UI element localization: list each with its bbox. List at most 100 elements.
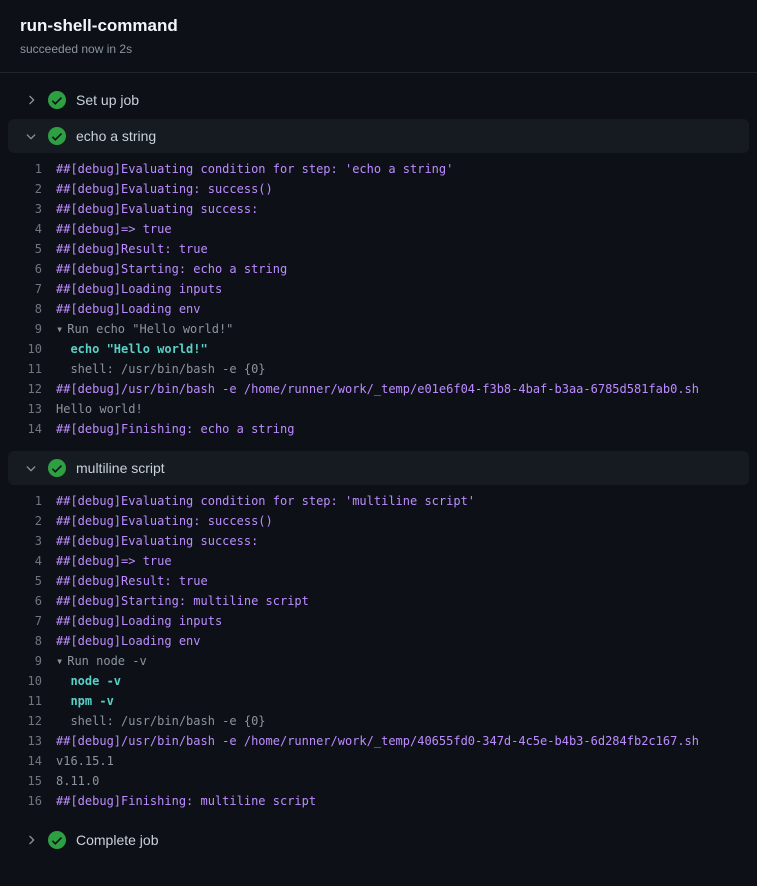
log-line[interactable]: 3##[debug]Evaluating success:: [0, 531, 757, 551]
chevron-down-icon: [24, 461, 38, 475]
step-header[interactable]: Set up job: [8, 83, 749, 117]
check-circle-icon: [48, 127, 66, 145]
log-block: 1##[debug]Evaluating condition for step:…: [0, 487, 757, 821]
line-content: echo "Hello world!": [56, 339, 741, 359]
line-content: ##[debug]Finishing: multiline script: [56, 791, 741, 811]
log-line[interactable]: 8##[debug]Loading env: [0, 631, 757, 651]
caret-down-icon[interactable]: ▾: [56, 651, 63, 671]
log-line[interactable]: 11 npm -v: [0, 691, 757, 711]
line-number: 2: [16, 179, 56, 199]
log-line[interactable]: 12 shell: /usr/bin/bash -e {0}: [0, 711, 757, 731]
log-line[interactable]: 8##[debug]Loading env: [0, 299, 757, 319]
log-line[interactable]: 2##[debug]Evaluating: success(): [0, 179, 757, 199]
step-header[interactable]: Complete job: [8, 823, 749, 857]
line-number: 1: [16, 159, 56, 179]
check-circle-icon: [48, 91, 66, 109]
line-content: shell: /usr/bin/bash -e {0}: [56, 359, 741, 379]
log-line[interactable]: 158.11.0: [0, 771, 757, 791]
job-header: run-shell-command succeeded now in 2s: [0, 0, 757, 73]
log-line[interactable]: 4##[debug]=> true: [0, 551, 757, 571]
line-content: ##[debug]Loading env: [56, 631, 741, 651]
line-content: ##[debug]Evaluating: success(): [56, 179, 741, 199]
log-line[interactable]: 11 shell: /usr/bin/bash -e {0}: [0, 359, 757, 379]
log-line[interactable]: 3##[debug]Evaluating success:: [0, 199, 757, 219]
line-number: 10: [16, 339, 56, 359]
step-name: Complete job: [76, 832, 159, 848]
line-number: 4: [16, 551, 56, 571]
chevron-down-icon: [24, 129, 38, 143]
line-content: ▾Run node -v: [56, 651, 741, 671]
caret-down-icon[interactable]: ▾: [56, 319, 63, 339]
line-content: Hello world!: [56, 399, 741, 419]
log-line[interactable]: 6##[debug]Starting: echo a string: [0, 259, 757, 279]
line-number: 2: [16, 511, 56, 531]
line-number: 9: [16, 651, 56, 671]
line-content: ##[debug]/usr/bin/bash -e /home/runner/w…: [56, 731, 741, 751]
line-content: ▾Run echo "Hello world!": [56, 319, 741, 339]
line-content: shell: /usr/bin/bash -e {0}: [56, 711, 741, 731]
log-line[interactable]: 1##[debug]Evaluating condition for step:…: [0, 491, 757, 511]
line-content: npm -v: [56, 691, 741, 711]
job-title: run-shell-command: [20, 16, 737, 36]
line-content: ##[debug]Evaluating success:: [56, 199, 741, 219]
line-number: 1: [16, 491, 56, 511]
step-name: echo a string: [76, 128, 156, 144]
log-line[interactable]: 12##[debug]/usr/bin/bash -e /home/runner…: [0, 379, 757, 399]
log-line[interactable]: 9▾Run node -v: [0, 651, 757, 671]
log-line[interactable]: 13##[debug]/usr/bin/bash -e /home/runner…: [0, 731, 757, 751]
line-number: 7: [16, 611, 56, 631]
job-status: succeeded now in 2s: [20, 42, 737, 56]
log-line[interactable]: 14v16.15.1: [0, 751, 757, 771]
line-number: 4: [16, 219, 56, 239]
line-number: 11: [16, 359, 56, 379]
line-content: ##[debug]Starting: echo a string: [56, 259, 741, 279]
line-content: 8.11.0: [56, 771, 741, 791]
log-block: 1##[debug]Evaluating condition for step:…: [0, 155, 757, 449]
line-content: ##[debug]Result: true: [56, 571, 741, 591]
line-content: node -v: [56, 671, 741, 691]
line-content: ##[debug]Evaluating: success(): [56, 511, 741, 531]
line-number: 16: [16, 791, 56, 811]
log-line[interactable]: 6##[debug]Starting: multiline script: [0, 591, 757, 611]
check-circle-icon: [48, 831, 66, 849]
line-content: ##[debug]/usr/bin/bash -e /home/runner/w…: [56, 379, 741, 399]
line-number: 11: [16, 691, 56, 711]
chevron-right-icon: [24, 93, 38, 107]
line-content: ##[debug]=> true: [56, 551, 741, 571]
log-line[interactable]: 13Hello world!: [0, 399, 757, 419]
log-line[interactable]: 7##[debug]Loading inputs: [0, 611, 757, 631]
line-number: 8: [16, 299, 56, 319]
log-line[interactable]: 2##[debug]Evaluating: success(): [0, 511, 757, 531]
log-line[interactable]: 5##[debug]Result: true: [0, 571, 757, 591]
log-line[interactable]: 1##[debug]Evaluating condition for step:…: [0, 159, 757, 179]
step-name: Set up job: [76, 92, 139, 108]
check-circle-icon: [48, 459, 66, 477]
step-header[interactable]: echo a string: [8, 119, 749, 153]
step-name: multiline script: [76, 460, 165, 476]
line-number: 13: [16, 731, 56, 751]
line-number: 13: [16, 399, 56, 419]
line-content: ##[debug]Loading env: [56, 299, 741, 319]
line-number: 3: [16, 199, 56, 219]
log-line[interactable]: 9▾Run echo "Hello world!": [0, 319, 757, 339]
log-line[interactable]: 4##[debug]=> true: [0, 219, 757, 239]
log-line[interactable]: 7##[debug]Loading inputs: [0, 279, 757, 299]
log-line[interactable]: 10 node -v: [0, 671, 757, 691]
log-line[interactable]: 14##[debug]Finishing: echo a string: [0, 419, 757, 439]
chevron-right-icon: [24, 833, 38, 847]
log-line[interactable]: 10 echo "Hello world!": [0, 339, 757, 359]
line-number: 6: [16, 259, 56, 279]
line-content: ##[debug]=> true: [56, 219, 741, 239]
line-content: v16.15.1: [56, 751, 741, 771]
step-header[interactable]: multiline script: [8, 451, 749, 485]
line-number: 14: [16, 751, 56, 771]
log-line[interactable]: 16##[debug]Finishing: multiline script: [0, 791, 757, 811]
steps-list: Set up jobecho a string1##[debug]Evaluat…: [0, 73, 757, 875]
line-number: 15: [16, 771, 56, 791]
line-number: 9: [16, 319, 56, 339]
line-number: 12: [16, 379, 56, 399]
line-content: ##[debug]Loading inputs: [56, 611, 741, 631]
line-number: 5: [16, 239, 56, 259]
log-line[interactable]: 5##[debug]Result: true: [0, 239, 757, 259]
line-content: ##[debug]Loading inputs: [56, 279, 741, 299]
